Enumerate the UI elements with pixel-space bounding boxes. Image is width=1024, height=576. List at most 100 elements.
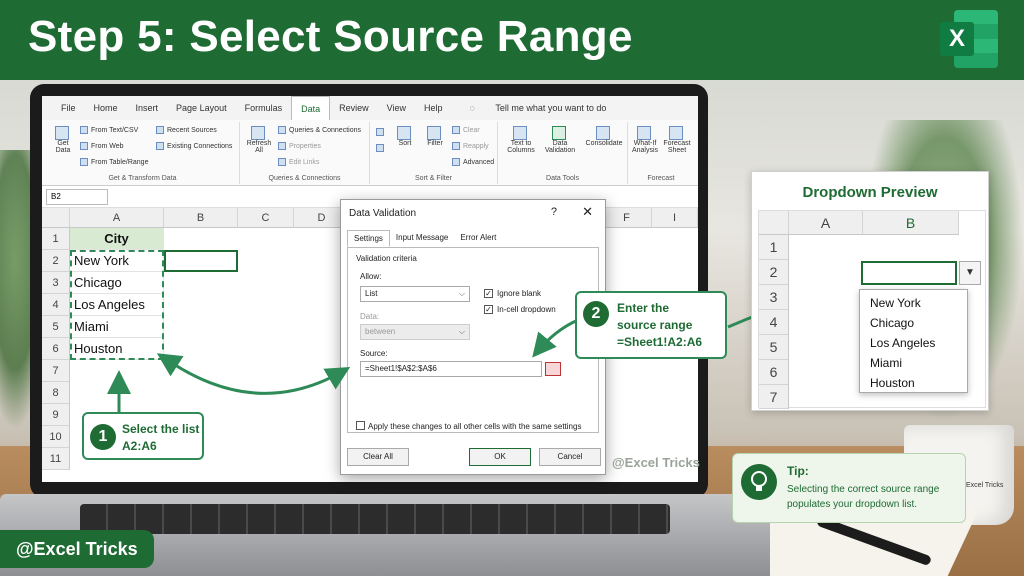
source-input[interactable]: =Sheet1!$A$2:$A$6 bbox=[360, 361, 542, 377]
close-icon[interactable]: ✕ bbox=[582, 204, 593, 220]
dropdown-option-chicago[interactable]: Chicago bbox=[870, 316, 914, 330]
tab-home[interactable]: Home bbox=[85, 96, 127, 120]
clear-all-button[interactable]: Clear All bbox=[347, 448, 409, 466]
name-box[interactable]: B2 bbox=[46, 189, 108, 205]
from-web-button[interactable]: From Web bbox=[80, 142, 124, 150]
edit-links-button[interactable]: Edit Links bbox=[278, 158, 319, 166]
sort-button[interactable]: Sort bbox=[394, 126, 416, 147]
from-table-button[interactable]: From Table/Range bbox=[80, 158, 148, 166]
consolidate-button[interactable]: Consolidate bbox=[584, 126, 624, 147]
data-select[interactable]: between ⌵ bbox=[360, 324, 470, 340]
callout-2-line-2: source range bbox=[617, 318, 693, 332]
advanced-button[interactable]: Advanced bbox=[452, 158, 494, 166]
dropdown-option-houston[interactable]: Houston bbox=[870, 376, 915, 390]
tab-settings[interactable]: Settings bbox=[347, 230, 390, 247]
tab-view[interactable]: View bbox=[378, 96, 415, 120]
row-header-5[interactable]: 5 bbox=[42, 316, 70, 338]
tell-me-text: Tell me what you want to do bbox=[495, 103, 607, 113]
what-if-button[interactable]: What-If Analysis bbox=[630, 126, 660, 154]
forecast-sheet-button[interactable]: Forecast Sheet bbox=[662, 126, 692, 154]
sort-za-button[interactable] bbox=[376, 144, 387, 152]
dropdown-option-miami[interactable]: Miami bbox=[870, 356, 902, 370]
col-header-a[interactable]: A bbox=[70, 208, 164, 228]
range-select-icon[interactable] bbox=[545, 362, 561, 376]
data-validation-button[interactable]: Data Validation bbox=[542, 126, 578, 154]
properties-icon bbox=[278, 142, 286, 150]
dropdown-option-new-york[interactable]: New York bbox=[870, 296, 921, 310]
col-header-h[interactable]: F bbox=[602, 208, 652, 228]
data-label: Data: bbox=[360, 312, 380, 321]
advanced-filter-icon bbox=[452, 158, 460, 166]
row-header-8[interactable]: 8 bbox=[42, 382, 70, 404]
callout-step-1: 1 Select the list A2:A6 bbox=[82, 412, 204, 460]
help-icon[interactable]: ? bbox=[551, 206, 557, 218]
refresh-all-button[interactable]: Refresh All bbox=[244, 126, 274, 154]
row-header-6[interactable]: 6 bbox=[42, 338, 70, 360]
what-if-label: What-If bbox=[633, 140, 657, 147]
preview-col-a: A bbox=[789, 211, 863, 235]
row-header-10[interactable]: 10 bbox=[42, 426, 70, 448]
sort-az-icon bbox=[376, 128, 384, 136]
text-to-columns-label-2: Columns bbox=[507, 147, 535, 154]
select-all-corner[interactable] bbox=[42, 208, 70, 228]
data-validation-label-2: Validation bbox=[544, 147, 576, 154]
allow-select[interactable]: List ⌵ bbox=[360, 286, 470, 302]
preview-col-b: B bbox=[863, 211, 959, 235]
clear-button[interactable]: Clear bbox=[452, 126, 480, 134]
tab-formulas[interactable]: Formulas bbox=[236, 96, 292, 120]
tab-review[interactable]: Review bbox=[330, 96, 378, 120]
ribbon-data: Get Data From Text/CSV From Web From Tab… bbox=[42, 120, 698, 186]
tab-file[interactable]: File bbox=[52, 96, 85, 120]
col-header-b[interactable]: B bbox=[164, 208, 238, 228]
row-header-11[interactable]: 11 bbox=[42, 448, 70, 470]
criteria-label: Validation criteria bbox=[356, 254, 417, 263]
get-data-button[interactable]: Get Data bbox=[50, 126, 76, 154]
in-cell-dropdown-label: In-cell dropdown bbox=[497, 305, 556, 314]
tell-me-search[interactable]: ◌ Tell me what you want to do bbox=[452, 96, 625, 120]
callout-2-line-3: =Sheet1!A2:A6 bbox=[617, 335, 703, 349]
row-header-2[interactable]: 2 bbox=[42, 250, 70, 272]
row-header-7[interactable]: 7 bbox=[42, 360, 70, 382]
advanced-label: Advanced bbox=[463, 158, 495, 166]
filter-button[interactable]: Filter bbox=[424, 126, 446, 147]
row-header-4[interactable]: 4 bbox=[42, 294, 70, 316]
ok-button[interactable]: OK bbox=[469, 448, 531, 466]
existing-connections-button[interactable]: Existing Connections bbox=[156, 142, 232, 150]
links-icon bbox=[278, 158, 286, 166]
apply-all-checkbox[interactable] bbox=[356, 421, 365, 430]
cell-a1[interactable]: City bbox=[70, 228, 164, 250]
tab-error-alert[interactable]: Error Alert bbox=[454, 230, 502, 247]
tab-data[interactable]: Data bbox=[291, 96, 331, 121]
preview-cell-b2[interactable] bbox=[861, 261, 957, 285]
row-header-3[interactable]: 3 bbox=[42, 272, 70, 294]
tab-page-layout[interactable]: Page Layout bbox=[167, 96, 236, 120]
dropdown-arrow-icon[interactable]: ▼ bbox=[959, 261, 981, 285]
cancel-button[interactable]: Cancel bbox=[539, 448, 601, 466]
in-cell-dropdown-checkbox[interactable]: ✓ bbox=[484, 305, 493, 314]
row-header-9[interactable]: 9 bbox=[42, 404, 70, 426]
tab-insert[interactable]: Insert bbox=[127, 96, 168, 120]
page-title: Step 5: Select Source Range bbox=[28, 12, 633, 61]
tab-help[interactable]: Help bbox=[415, 96, 452, 120]
ignore-blank-checkbox[interactable]: ✓ bbox=[484, 289, 493, 298]
group-queries: Refresh All Queries & Connections Proper… bbox=[240, 122, 370, 184]
callout-step-2: 2 Enter the source range =Sheet1!A2:A6 bbox=[575, 291, 727, 359]
tab-input-message[interactable]: Input Message bbox=[390, 230, 454, 247]
allow-value: List bbox=[365, 289, 378, 298]
table-icon bbox=[80, 158, 88, 166]
queries-connections-button[interactable]: Queries & Connections bbox=[278, 126, 361, 134]
active-cell-b2[interactable] bbox=[164, 250, 238, 272]
group-data-tools: Text to Columns Data Validation Consolid… bbox=[498, 122, 628, 184]
row-header-1[interactable]: 1 bbox=[42, 228, 70, 250]
recent-sources-button[interactable]: Recent Sources bbox=[156, 126, 217, 134]
sort-az-button[interactable] bbox=[376, 128, 387, 136]
allow-label: Allow: bbox=[360, 272, 382, 281]
properties-button[interactable]: Properties bbox=[278, 142, 321, 150]
col-header-c[interactable]: C bbox=[238, 208, 294, 228]
text-to-columns-button[interactable]: Text to Columns bbox=[506, 126, 536, 154]
from-text-button[interactable]: From Text/CSV bbox=[80, 126, 138, 134]
edit-links-label: Edit Links bbox=[289, 158, 320, 166]
reapply-button[interactable]: Reapply bbox=[452, 142, 489, 150]
col-header-i[interactable]: I bbox=[652, 208, 698, 228]
dropdown-option-los-angeles[interactable]: Los Angeles bbox=[870, 336, 935, 350]
